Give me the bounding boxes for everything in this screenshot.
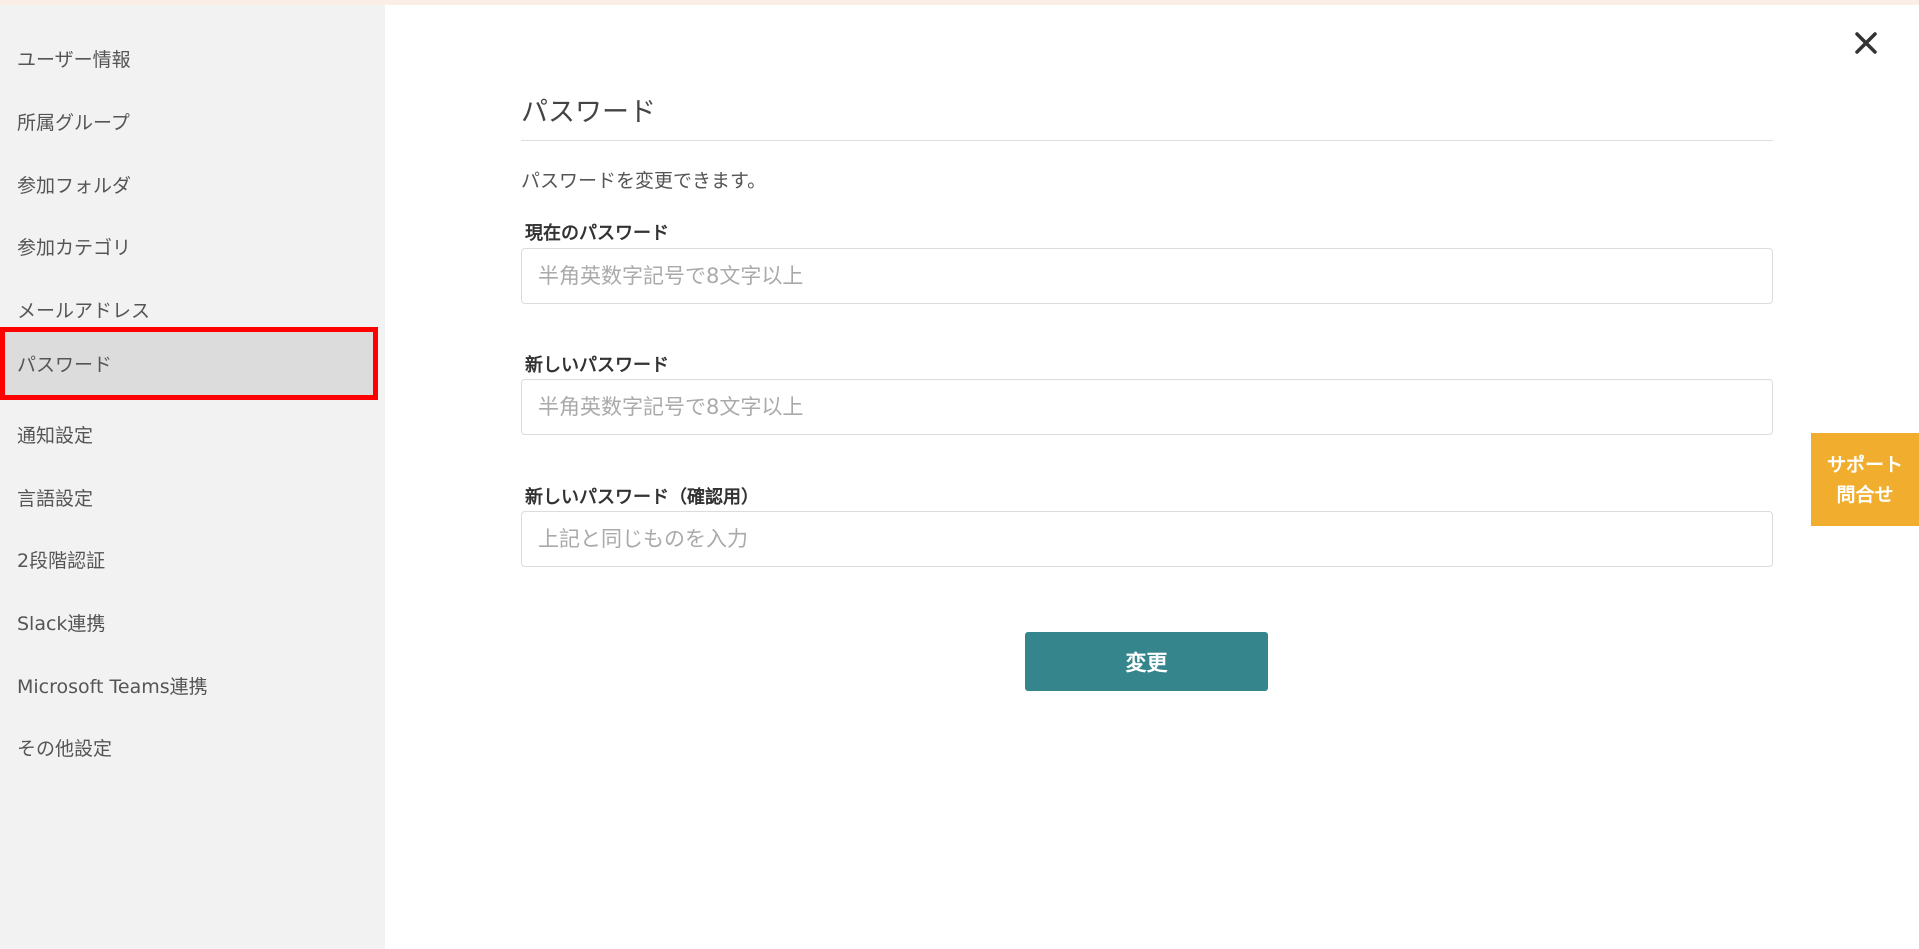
sidebar-item-label: Slack連携	[17, 612, 106, 635]
new-password-input[interactable]	[521, 379, 1773, 435]
sidebar-item-label: 通知設定	[17, 424, 94, 447]
sidebar-item-groups[interactable]: 所属グループ	[0, 90, 378, 152]
sidebar-item-label: メールアドレス	[17, 299, 151, 322]
sidebar-item-categories[interactable]: 参加カテゴリ	[0, 215, 378, 277]
sidebar-item-language[interactable]: 言語設定	[0, 466, 378, 528]
change-password-button[interactable]: 変更	[1025, 632, 1268, 691]
close-button[interactable]	[1847, 24, 1885, 62]
support-label-line1: サポート	[1826, 453, 1903, 476]
current-password-input[interactable]	[521, 248, 1773, 304]
sidebar-item-label: ユーザー情報	[17, 48, 131, 71]
sidebar-item-folders[interactable]: 参加フォルダ	[0, 153, 378, 215]
support-label-line2: 問合せ	[1836, 483, 1894, 506]
sidebar-item-label: 参加カテゴリ	[17, 236, 132, 259]
close-icon	[1855, 32, 1877, 54]
sidebar-item-two-factor[interactable]: 2段階認証	[0, 528, 378, 590]
sidebar-item-label: 2段階認証	[17, 549, 106, 572]
sidebar-item-label: 言語設定	[17, 487, 94, 510]
sidebar-item-password[interactable]: パスワード	[0, 327, 378, 400]
sidebar-item-label: 参加フォルダ	[17, 174, 132, 197]
confirm-password-label: 新しいパスワード（確認用）	[525, 487, 759, 508]
sidebar-item-other[interactable]: その他設定	[0, 716, 378, 778]
sidebar-item-notifications[interactable]: 通知設定	[0, 403, 378, 465]
settings-sidebar: ユーザー情報 所属グループ 参加フォルダ 参加カテゴリ メールアドレス パスワー…	[0, 5, 385, 949]
title-divider	[521, 140, 1773, 141]
support-contact-button[interactable]: サポート 問合せ	[1811, 433, 1919, 526]
sidebar-item-label: Microsoft Teams連携	[17, 675, 208, 698]
page-description: パスワードを変更できます。	[521, 170, 767, 192]
password-settings-panel	[385, 5, 1919, 949]
sidebar-item-slack[interactable]: Slack連携	[0, 591, 378, 653]
new-password-label: 新しいパスワード	[525, 355, 669, 376]
sidebar-item-user-info[interactable]: ユーザー情報	[0, 27, 378, 89]
page-title: パスワード	[521, 97, 656, 128]
current-password-label: 現在のパスワード	[525, 223, 669, 244]
sidebar-item-label: その他設定	[17, 737, 113, 760]
sidebar-item-label: 所属グループ	[17, 111, 130, 134]
sidebar-item-label: パスワード	[17, 354, 113, 376]
sidebar-item-teams[interactable]: Microsoft Teams連携	[0, 654, 378, 716]
confirm-password-input[interactable]	[521, 511, 1773, 567]
